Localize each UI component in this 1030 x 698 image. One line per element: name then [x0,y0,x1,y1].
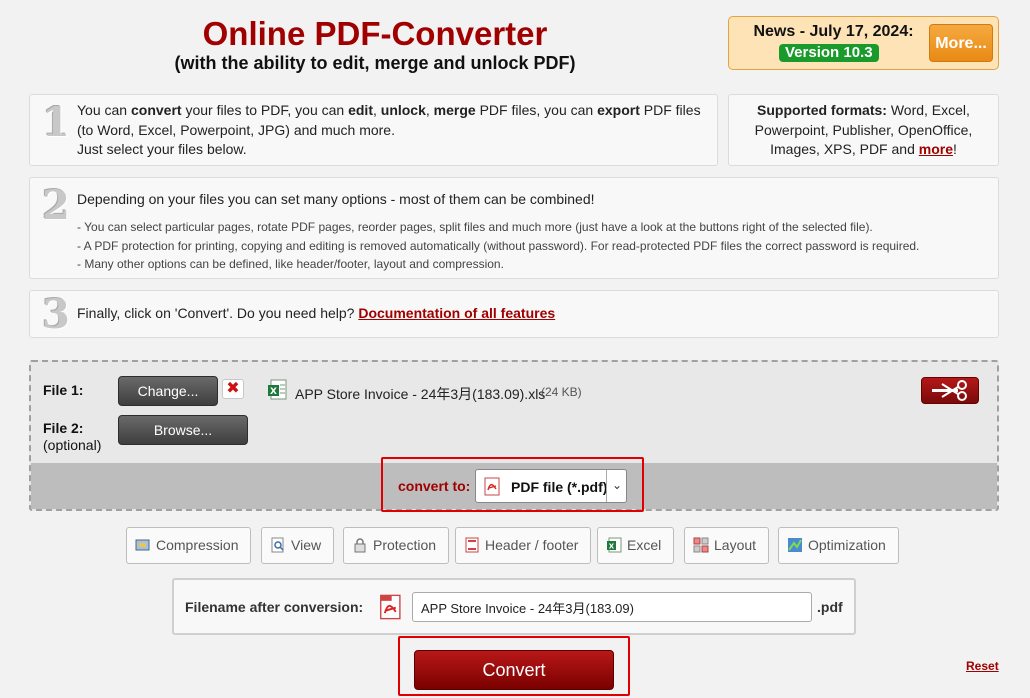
view-icon [271,537,284,553]
header-footer-option-button[interactable]: Header / footer [455,527,592,564]
convert-to-label: convert to: [398,478,471,494]
remove-file-button[interactable]: ✖ [222,379,244,399]
excel-option-button[interactable]: X Excel [597,527,675,564]
pdf-icon [380,594,401,620]
compression-icon [135,539,150,551]
convert-button[interactable]: Convert [414,650,614,690]
page-title: Online PDF-Converter [202,15,548,52]
chevron-down-icon: ⌄ [606,470,627,502]
output-format-select[interactable]: PDF file (*.pdf) ⌄ [475,469,627,503]
filename-extension: .pdf [817,599,843,615]
filename-row: Filename after conversion: .pdf [172,578,856,635]
lock-icon [354,538,366,553]
convert-to-highlight: convert to: PDF file (*.pdf) ⌄ [381,457,644,512]
scissors-split-button[interactable] [921,377,979,404]
step-2-bullet: - Many other options can be defined, lik… [77,257,504,271]
step-2-bullet: - A PDF protection for printing, copying… [77,238,920,253]
step-3-panel: 3 Finally, click on 'Convert'. Do you ne… [29,290,999,338]
version-badge: Version 10.3 [779,44,879,62]
step-2-bullets: - You can select particular pages, rotat… [77,218,997,274]
step-3-number: 3 [42,291,70,338]
layout-icon [693,537,709,553]
filename-label: Filename after conversion: [185,599,364,615]
optimization-icon [788,538,802,552]
excel-file-icon: X [268,379,287,400]
documentation-link[interactable]: Documentation of all features [358,305,555,321]
step-1-text: You can convert your files to PDF, you c… [77,102,701,157]
browse-file-button[interactable]: Browse... [118,415,248,445]
header-footer-icon [465,537,479,553]
optimization-option-button[interactable]: Optimization [778,527,899,564]
step-2-main-text: Depending on your files you can set many… [77,191,595,207]
step-3-text: Finally, click on 'Convert'. Do you need… [77,305,556,321]
supported-formats-panel: Supported formats: Word, Excel, Powerpoi… [728,94,999,166]
file-2-label: File 2: [43,420,84,436]
formats-more-link[interactable]: more [919,141,953,157]
pdf-icon [484,477,500,496]
excel-icon: X [607,537,622,553]
step-1-panel: 1 You can convert your files to PDF, you… [29,94,718,166]
compression-option-button[interactable]: Compression [126,527,252,564]
svg-text:X: X [609,543,615,551]
step-2-bullet: - You can select particular pages, rotat… [77,220,873,234]
file-1-size: (24 KB) [541,385,582,399]
step-2-number: 2 [42,182,70,229]
change-file-button[interactable]: Change... [118,376,218,406]
scissors-icon [932,380,967,401]
file-1-name: APP Store Invoice - 24年3月(183.09).xls [295,386,546,402]
output-format-value: PDF file (*.pdf) [511,479,608,495]
news-box: News - July 17, 2024: Version 10.3 More.… [728,16,999,70]
layout-option-button[interactable]: Layout [684,527,770,564]
reset-link[interactable]: Reset [966,659,999,673]
step-1-number: 1 [42,99,70,146]
view-option-button[interactable]: View [261,527,335,564]
file-1-label: File 1: [43,382,84,398]
file-2-optional-label: (optional) [43,437,102,453]
news-more-button[interactable]: More... [929,24,993,62]
svg-text:X: X [270,387,277,397]
filename-input[interactable] [412,592,812,622]
page-subtitle: (with the ability to edit, merge and unl… [174,53,576,73]
step-2-panel: 2 Depending on your files you can set ma… [29,177,999,279]
protection-option-button[interactable]: Protection [343,527,450,564]
news-text: News - July 17, 2024: [753,23,914,40]
